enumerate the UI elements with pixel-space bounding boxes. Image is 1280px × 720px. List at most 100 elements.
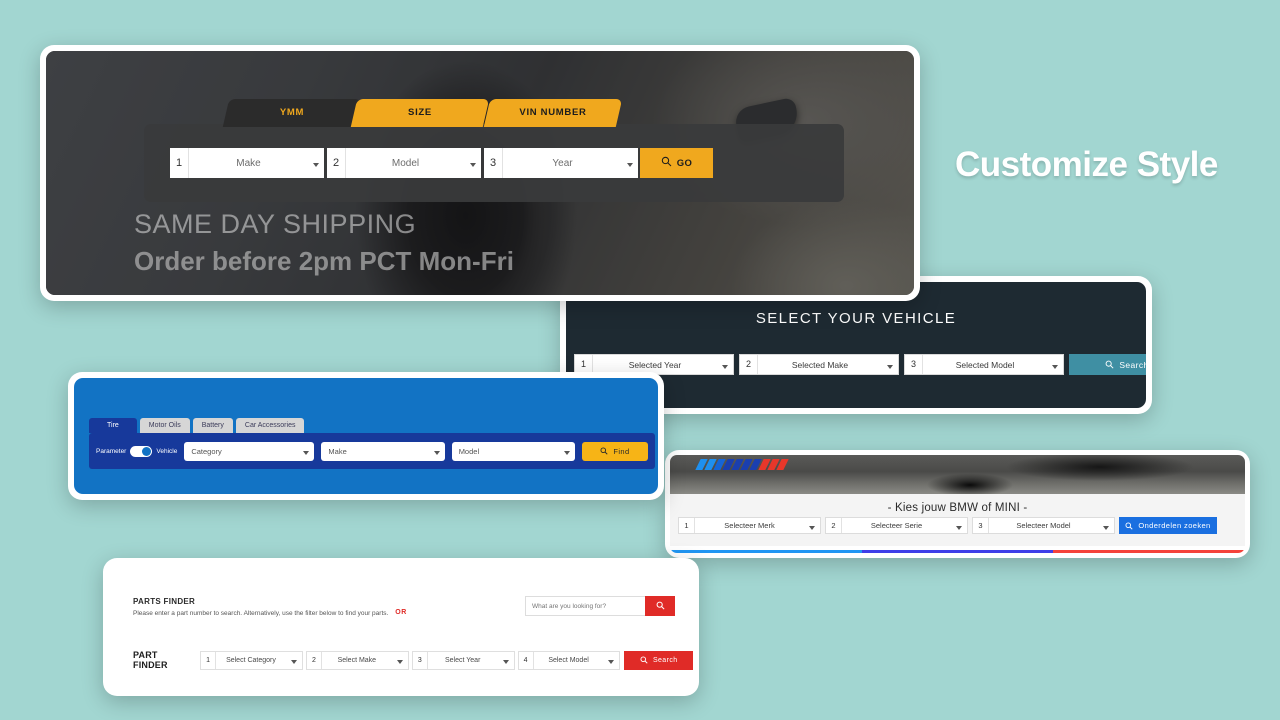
search-button[interactable]: Search	[1069, 354, 1146, 375]
select-model[interactable]: Model	[451, 441, 575, 461]
select-make[interactable]: 1 Make	[170, 148, 324, 178]
step-number: 2	[327, 148, 346, 178]
tab-motor-oils-label: Motor Oils	[148, 422, 181, 429]
bmw-mini-finder-widget: - Kies jouw BMW of MINI - 1 Selecteer Me…	[665, 450, 1250, 558]
tab-size[interactable]: SIZE	[350, 99, 490, 127]
select-category-value: Select Category	[226, 656, 276, 664]
part-number-search-group	[525, 596, 675, 616]
bmw-mini-finder-inner: - Kies jouw BMW of MINI - 1 Selecteer Me…	[670, 455, 1245, 553]
select-category[interactable]: Category	[184, 441, 315, 461]
chevron-down-icon	[882, 356, 898, 374]
hero-line-2: Order before 2pm PCT Mon-Fri	[134, 246, 514, 276]
ymm-hero-inner: YMM SIZE VIN NUMBER 1 Make 2 Model 3 Yea…	[46, 51, 914, 295]
part-finder-row-label: PART FINDER	[133, 650, 168, 670]
select-model-value: Select Model	[548, 656, 589, 664]
search-icon	[1105, 356, 1114, 374]
chevron-down-icon	[392, 651, 408, 669]
tab-car-accessories[interactable]: Car Accessories	[235, 418, 305, 433]
tire-finder-panel: Parameter Vehicle Category Make Model Fi…	[89, 433, 655, 469]
tab-battery-label: Battery	[201, 422, 224, 429]
tab-tire[interactable]: Tire	[89, 418, 137, 433]
parameter-vehicle-toggle-group: Parameter Vehicle	[96, 445, 178, 457]
toggle-label-parameter: Parameter	[96, 447, 127, 455]
bmw-select-row: 1 Selecteer Merk 2 Selecteer Serie 3 Sel…	[678, 517, 1217, 534]
go-button[interactable]: GO	[640, 148, 713, 178]
select-merk[interactable]: 1 Selecteer Merk	[678, 517, 821, 534]
select-model-value: Selecteer Model	[1016, 521, 1071, 530]
tab-ymm[interactable]: YMM	[222, 99, 362, 127]
parts-finder-header: PARTS FINDER Please enter a part number …	[133, 597, 388, 617]
page-headline: Customize Style	[955, 145, 1218, 184]
tab-ymm-label: YMM	[279, 107, 305, 118]
search-icon	[640, 651, 648, 669]
onderdelen-zoeken-label: Onderdelen zoeken	[1138, 521, 1211, 530]
part-finder-select-row: PART FINDER 1 Select Category 2 Select M…	[133, 650, 693, 670]
hero-text-block: SAME DAY SHIPPING Order before 2pm PCT M…	[134, 209, 514, 276]
select-merk-value: Selecteer Merk	[724, 521, 775, 530]
parts-finder-widget: PARTS FINDER Please enter a part number …	[103, 558, 699, 696]
find-button[interactable]: Find	[581, 441, 648, 461]
chevron-down-icon	[717, 356, 733, 374]
select-make[interactable]: Make	[321, 441, 445, 461]
screenshot-stage: YMM SIZE VIN NUMBER 1 Make 2 Model 3 Yea…	[0, 0, 1280, 720]
select-make-value: Make	[236, 157, 261, 169]
chevron-down-icon	[465, 154, 481, 172]
vehicle-select-row: 1 Selected Year 2 Selected Make 3 Select…	[574, 354, 1146, 375]
chevron-down-icon	[622, 154, 638, 172]
search-button-label: Search	[1119, 359, 1146, 370]
chevron-down-icon	[559, 442, 575, 460]
search-icon	[1125, 517, 1133, 535]
select-year[interactable]: 3 Select Year	[411, 650, 515, 670]
step-number: 1	[170, 148, 189, 178]
select-make[interactable]: 2 Select Make	[305, 650, 409, 670]
tab-vin-number[interactable]: VIN NUMBER	[483, 99, 623, 127]
search-icon	[656, 597, 665, 615]
step-number: 3	[484, 148, 503, 178]
parts-finder-inner: PARTS FINDER Please enter a part number …	[109, 564, 693, 690]
step-number: 2	[826, 518, 842, 533]
tab-car-accessories-label: Car Accessories	[244, 422, 296, 429]
select-year-value: Selected Year	[628, 359, 682, 370]
tab-motor-oils[interactable]: Motor Oils	[139, 418, 190, 433]
tire-finder-inner: Tire Motor Oils Battery Car Accessories …	[74, 378, 658, 494]
tab-battery[interactable]: Battery	[192, 418, 233, 433]
select-model[interactable]: 2 Model	[327, 148, 481, 178]
select-model-value: Model	[458, 446, 480, 456]
bmw-photo-banner	[670, 455, 1245, 494]
select-make[interactable]: 2 Selected Make	[739, 354, 899, 375]
step-number: 2	[740, 355, 758, 374]
select-category[interactable]: 1 Select Category	[200, 650, 303, 670]
chevron-down-icon	[498, 651, 514, 669]
ymm-select-row: 1 Make 2 Model 3 Year GO	[170, 148, 713, 178]
select-model[interactable]: 4 Select Model	[517, 650, 621, 670]
select-make-value: Select Make	[337, 656, 377, 664]
ymm-hero-widget: YMM SIZE VIN NUMBER 1 Make 2 Model 3 Yea…	[40, 45, 920, 301]
onderdelen-zoeken-button[interactable]: Onderdelen zoeken	[1119, 517, 1217, 534]
bmw-footer-color-bar	[670, 550, 1245, 553]
tab-tire-label: Tire	[107, 422, 119, 429]
search-icon	[600, 442, 608, 460]
search-input[interactable]	[525, 596, 645, 616]
step-number: 1	[201, 651, 217, 669]
select-category-value: Category	[191, 446, 222, 456]
chevron-down-icon	[286, 651, 302, 669]
hero-line-1: SAME DAY SHIPPING	[134, 209, 417, 239]
search-button[interactable]: Search	[624, 650, 693, 670]
select-your-vehicle-title: SELECT YOUR VEHICLE	[755, 310, 957, 327]
ymm-tab-bar: YMM SIZE VIN NUMBER	[222, 99, 623, 127]
go-button-label: GO	[676, 157, 693, 169]
select-model[interactable]: 3 Selecteer Model	[972, 517, 1115, 534]
select-model-value: Selected Model	[955, 359, 1015, 370]
step-number: 3	[905, 355, 923, 374]
select-year[interactable]: 3 Year	[484, 148, 638, 178]
chevron-down-icon	[951, 517, 967, 535]
search-submit-button[interactable]	[645, 596, 675, 616]
search-icon	[661, 154, 672, 172]
chevron-down-icon	[308, 154, 324, 172]
step-number: 1	[679, 518, 695, 533]
select-serie[interactable]: 2 Selecteer Serie	[825, 517, 968, 534]
toggle-label-vehicle: Vehicle	[156, 447, 178, 455]
parameter-vehicle-toggle[interactable]	[130, 445, 153, 457]
select-model[interactable]: 3 Selected Model	[904, 354, 1064, 375]
bmw-finder-title: - Kies jouw BMW of MINI -	[887, 502, 1028, 514]
